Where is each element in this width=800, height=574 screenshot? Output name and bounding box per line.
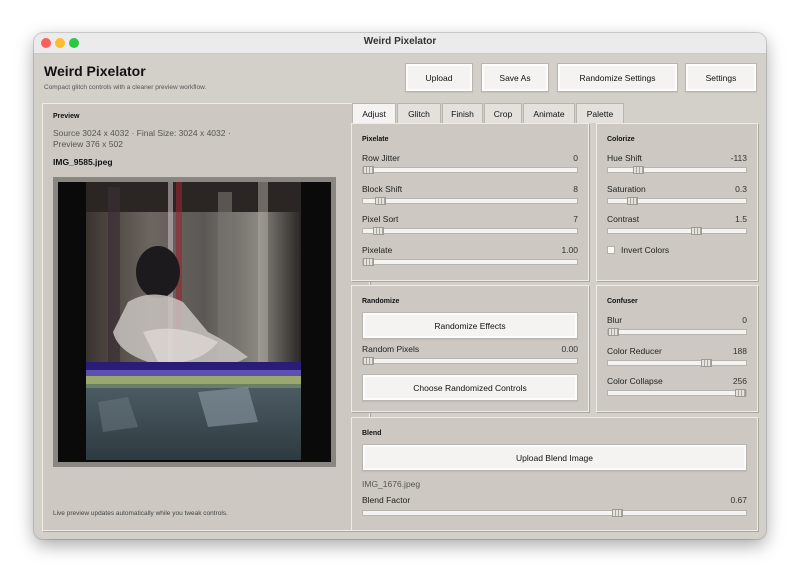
tab-palette[interactable]: Palette [576,103,624,123]
hue-shift-slider[interactable] [607,166,747,174]
blur-slider-thumb[interactable] [608,328,619,336]
color-collapse-label: Color Collapse [607,376,663,386]
contrast-label: Contrast [607,214,640,224]
preview-info-line1: Source 3024 x 4032 · Final Size: 3024 x … [53,128,231,138]
color-collapse-slider-thumb[interactable] [735,389,746,397]
row-jitter-slider-thumb[interactable] [363,166,374,174]
colorize-title: Colorize [607,136,635,143]
blend-factor-label: Blend Factor [362,495,411,505]
preview-footer: Live preview updates automatically while… [53,510,228,517]
confuser-title: Confuser [607,298,638,305]
color-reducer-slider-thumb[interactable] [700,359,712,367]
upload-blend-image-button[interactable]: Upload Blend Image [362,444,747,471]
blend-title: Blend [362,430,382,437]
random-pixels-slider[interactable] [362,357,578,365]
random-pixels-label: Random Pixels [362,344,420,354]
save-as-button[interactable]: Save As [481,63,549,92]
tab-finish[interactable]: Finish [442,103,483,123]
saturation-slider[interactable] [607,197,747,205]
pixelate-value: 1.00 [561,245,578,255]
pixelate-panel: Pixelate Row Jitter 0 Block Shift 8 Pixe… [351,123,589,281]
tab-crop[interactable]: Crop [484,103,522,123]
contrast-slider[interactable] [607,227,747,235]
app-subtitle: Compact glitch controls with a cleaner p… [44,84,207,91]
preview-info-line2: Preview 376 x 502 [53,139,123,149]
random-pixels-value: 0.00 [561,344,578,354]
blend-factor-value: 0.67 [730,495,747,505]
block-shift-label: Block Shift [362,184,403,194]
blur-label: Blur [607,315,623,325]
tab-adjust[interactable]: Adjust [352,103,396,124]
title-bar: Weird Pixelator [34,33,766,54]
randomize-effects-button[interactable]: Randomize Effects [362,312,578,339]
hue-shift-value: -113 [730,153,747,163]
invert-colors-checkbox[interactable] [607,246,615,254]
confuser-panel: Confuser Blur 0 Color Reducer 188 Color … [596,285,758,412]
pixelate-title: Pixelate [362,136,389,143]
preview-image[interactable] [58,182,331,462]
hue-shift-slider-thumb[interactable] [633,166,645,174]
color-collapse-slider[interactable] [607,389,747,397]
saturation-slider-thumb[interactable] [627,197,639,205]
randomize-settings-button[interactable]: Randomize Settings [557,63,678,92]
random-pixels-slider-thumb[interactable] [363,357,374,365]
preview-title: Preview [53,113,80,120]
preview-canvas [58,182,331,462]
settings-button[interactable]: Settings [685,63,757,92]
blend-panel: Blend Upload Blend Image IMG_1676.jpeg B… [351,417,758,531]
pixelate-label: Pixelate [362,245,393,255]
pixelate-slider[interactable] [362,258,578,266]
pixel-sort-value: 7 [573,214,578,224]
randomize-title: Randomize [362,298,400,305]
contrast-value: 1.5 [735,214,747,224]
block-shift-slider[interactable] [362,197,578,205]
invert-colors-label[interactable]: Invert Colors [621,245,669,255]
color-reducer-label: Color Reducer [607,346,662,356]
blur-slider[interactable] [607,328,747,336]
upload-button[interactable]: Upload [405,63,473,92]
window-title: Weird Pixelator [363,36,437,47]
preview-image-frame [53,177,336,467]
pixelate-slider-thumb[interactable] [363,258,374,266]
preview-panel: Preview Source 3024 x 4032 · Final Size:… [42,103,370,531]
app-window: Weird Pixelator Weird Pixelator Compact … [34,33,766,539]
randomize-panel: Randomize Randomize Effects Random Pixel… [351,285,589,412]
pixel-sort-label: Pixel Sort [362,214,399,224]
saturation-value: 0.3 [735,184,747,194]
colorize-panel: Colorize Hue Shift -113 Saturation 0.3 C… [596,123,758,281]
block-shift-slider-thumb[interactable] [375,197,387,205]
pixel-sort-slider-thumb[interactable] [373,227,385,235]
block-shift-value: 8 [573,184,578,194]
blend-factor-slider-thumb[interactable] [612,509,624,517]
color-collapse-value: 256 [732,376,747,386]
color-reducer-slider[interactable] [607,359,747,367]
pixel-sort-slider[interactable] [362,227,578,235]
color-reducer-value: 188 [732,346,747,356]
blend-factor-slider[interactable] [362,509,747,517]
blur-value: 0 [742,315,747,325]
row-jitter-value: 0 [573,153,578,163]
saturation-label: Saturation [607,184,646,194]
hue-shift-label: Hue Shift [607,153,642,163]
row-jitter-slider[interactable] [362,166,578,174]
contrast-slider-thumb[interactable] [690,227,702,235]
app-title: Weird Pixelator [44,63,146,79]
row-jitter-label: Row Jitter [362,153,400,163]
preview-filename: IMG_9585.jpeg [53,157,113,167]
tab-glitch[interactable]: Glitch [397,103,441,123]
blend-filename: IMG_1676.jpeg [362,479,421,489]
tab-animate[interactable]: Animate [523,103,575,123]
choose-randomized-controls-button[interactable]: Choose Randomized Controls [362,374,578,401]
